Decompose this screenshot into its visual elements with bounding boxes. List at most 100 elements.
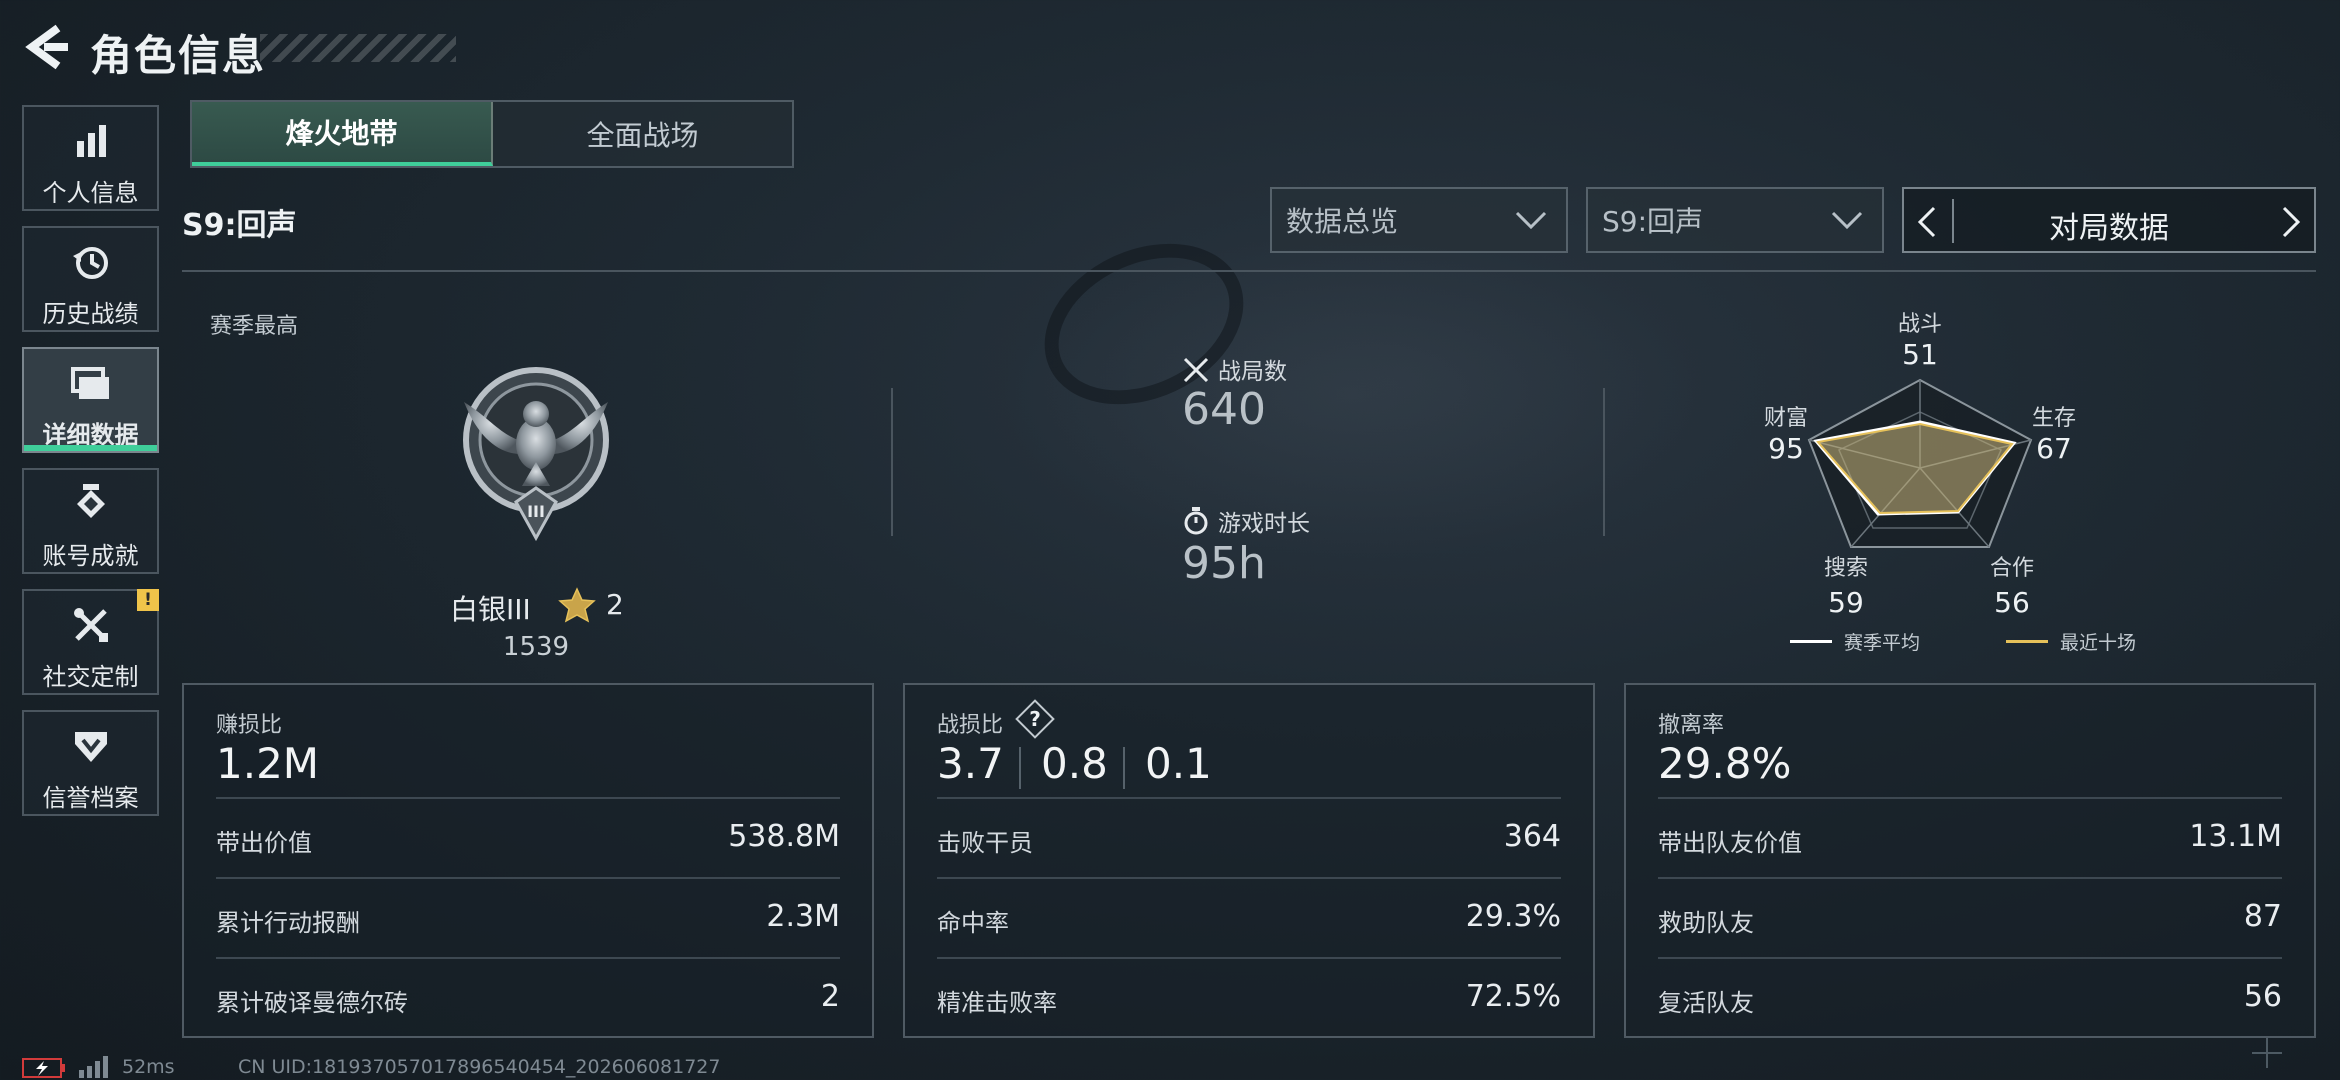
dropdown-value: 数据总览 bbox=[1286, 205, 1399, 238]
season-dropdown[interactable]: S9:回声 bbox=[1586, 187, 1884, 253]
stat-value: 538.8M bbox=[728, 819, 840, 854]
card-main-value: 1.2M bbox=[216, 739, 320, 788]
radar-axis-label: 生存 bbox=[2031, 406, 2076, 431]
rank-name: 白银III bbox=[450, 593, 531, 626]
sidebar-item-label: 个人信息 bbox=[42, 179, 139, 207]
title-decoration bbox=[260, 34, 456, 62]
column-divider bbox=[1603, 388, 1605, 536]
legend-swatch-average bbox=[1790, 640, 1832, 643]
chevron-down-icon bbox=[1515, 211, 1547, 230]
stopwatch-icon bbox=[1184, 507, 1208, 535]
tools-icon bbox=[24, 605, 157, 647]
stat-value: 72.5% bbox=[1465, 979, 1561, 1014]
tab-full-battlefield[interactable]: 全面战场 bbox=[493, 102, 792, 166]
matches-value: 640 bbox=[1182, 384, 1266, 435]
chevron-right-icon[interactable] bbox=[2278, 205, 2304, 239]
radar-axis-label: 战斗 bbox=[1897, 312, 1942, 337]
stat-value: 87 bbox=[2243, 899, 2282, 934]
card-main-value: 29.8% bbox=[1658, 739, 1792, 788]
legend-label: 赛季平均 bbox=[1844, 632, 1921, 654]
card-sub-value: 0.1 bbox=[1145, 739, 1212, 788]
medal-icon bbox=[24, 484, 157, 526]
pager-label: 对局数据 bbox=[2049, 211, 2169, 246]
radar-axis-value: 67 bbox=[2036, 432, 2072, 465]
dropdown-value: S9:回声 bbox=[1602, 205, 1704, 238]
emblem-numeral: III bbox=[527, 502, 545, 521]
stat-value: 13.1M bbox=[2189, 819, 2282, 854]
sidebar-item-label: 社交定制 bbox=[42, 663, 139, 691]
overview-dropdown[interactable]: 数据总览 bbox=[1270, 187, 1568, 253]
shield-icon bbox=[24, 726, 157, 768]
stat-row: 命中率 29.3% bbox=[937, 877, 1561, 957]
season-title: S9:回声 bbox=[182, 208, 297, 243]
back-button[interactable] bbox=[22, 22, 68, 72]
stat-row: 累计行动报酬 2.3M bbox=[216, 877, 840, 957]
combat-card: 战损比 ? 3.7 0.8 0.1 击败干员 364 命中率 29.3% 精准击… bbox=[903, 683, 1595, 1038]
radar-chart: 战斗 51 生存 67 合作 56 搜索 59 财富 95 赛季平均 最近十场 bbox=[1764, 300, 2340, 660]
ping-value: 52ms bbox=[122, 1056, 175, 1078]
radar-axis-value: 95 bbox=[1768, 432, 1804, 465]
sidebar-item-details[interactable]: 详细数据 bbox=[22, 347, 159, 453]
folder-icon bbox=[24, 363, 157, 405]
help-icon: ? bbox=[1029, 707, 1041, 731]
radar-axis-label: 财富 bbox=[1763, 406, 1808, 431]
stat-label: 命中率 bbox=[937, 909, 1009, 937]
radar-axis-value: 56 bbox=[1994, 586, 2030, 619]
radar-axis-value: 51 bbox=[1902, 338, 1938, 371]
stat-value: 2.3M bbox=[766, 899, 840, 934]
sidebar-item-credit[interactable]: 信誉档案 bbox=[22, 710, 159, 816]
section-divider bbox=[182, 270, 2316, 272]
sidebar-item-label: 账号成就 bbox=[42, 542, 139, 570]
legend-label: 最近十场 bbox=[2060, 632, 2137, 654]
stat-label: 救助队友 bbox=[1658, 909, 1754, 937]
profit-card: 赚损比 1.2M 带出价值 538.8M 累计行动报酬 2.3M 累计破译曼德尔… bbox=[182, 683, 874, 1038]
stat-row: 带出队友价值 13.1M bbox=[1658, 797, 2282, 877]
chevron-down-icon bbox=[1831, 211, 1863, 230]
stat-label: 带出价值 bbox=[216, 829, 312, 857]
mode-tabs: 烽火地带 全面战场 bbox=[190, 100, 794, 168]
value-divider bbox=[1019, 747, 1021, 789]
card-main-value: 3.7 bbox=[937, 739, 1004, 788]
rank-emblem: III bbox=[458, 362, 614, 542]
season-best-label: 赛季最高 bbox=[210, 314, 299, 339]
bar-chart-icon bbox=[24, 121, 157, 163]
sidebar-item-label: 信誉档案 bbox=[42, 784, 139, 812]
stat-value: 29.3% bbox=[1465, 899, 1561, 934]
card-title: 战损比 bbox=[937, 713, 1004, 738]
stat-row: 累计破译曼德尔砖 2 bbox=[216, 957, 840, 1037]
back-arrow-icon bbox=[25, 24, 68, 70]
sidebar-item-history[interactable]: 历史战绩 bbox=[22, 226, 159, 332]
column-divider bbox=[891, 388, 893, 536]
stat-row: 精准击败率 72.5% bbox=[937, 957, 1561, 1037]
stat-value: 2 bbox=[820, 979, 840, 1014]
value-divider bbox=[1123, 747, 1125, 789]
stat-label: 累计破译曼德尔砖 bbox=[216, 989, 408, 1017]
battery-icon bbox=[22, 1058, 65, 1078]
card-sub-value: 0.8 bbox=[1041, 739, 1108, 788]
tab-warzone[interactable]: 烽火地带 bbox=[192, 102, 493, 166]
stat-row: 带出价值 538.8M bbox=[216, 797, 840, 877]
star-icon bbox=[558, 587, 596, 623]
radar-axis-value: 59 bbox=[1828, 586, 1864, 619]
history-clock-icon bbox=[24, 242, 157, 284]
legend-swatch-recent bbox=[2006, 640, 2048, 643]
notification-badge: ! bbox=[137, 589, 159, 611]
sidebar-item-achievements[interactable]: 账号成就 bbox=[22, 468, 159, 574]
radar-axis-label: 搜索 bbox=[1823, 556, 1868, 581]
extract-card: 撤离率 29.8% 带出队友价值 13.1M 救助队友 87 复活队友 56 bbox=[1624, 683, 2316, 1038]
sidebar-item-profile[interactable]: 个人信息 bbox=[22, 105, 159, 211]
rank-score: 1539 bbox=[502, 632, 570, 662]
stat-label: 累计行动报酬 bbox=[216, 909, 360, 937]
active-indicator bbox=[24, 445, 157, 451]
signal-icon bbox=[79, 1056, 108, 1078]
radar-axis-label: 合作 bbox=[1989, 556, 2034, 581]
stat-value: 364 bbox=[1503, 819, 1561, 854]
sidebar-item-label: 历史战绩 bbox=[42, 300, 139, 328]
playtime-label: 游戏时长 bbox=[1218, 511, 1310, 537]
stat-row: 救助队友 87 bbox=[1658, 877, 2282, 957]
star-count: 2 bbox=[606, 588, 624, 621]
stat-label: 精准击败率 bbox=[937, 989, 1057, 1017]
stat-row: 击败干员 364 bbox=[937, 797, 1561, 877]
sidebar-item-social[interactable]: 社交定制 ! bbox=[22, 589, 159, 695]
stat-row: 复活队友 56 bbox=[1658, 957, 2282, 1037]
